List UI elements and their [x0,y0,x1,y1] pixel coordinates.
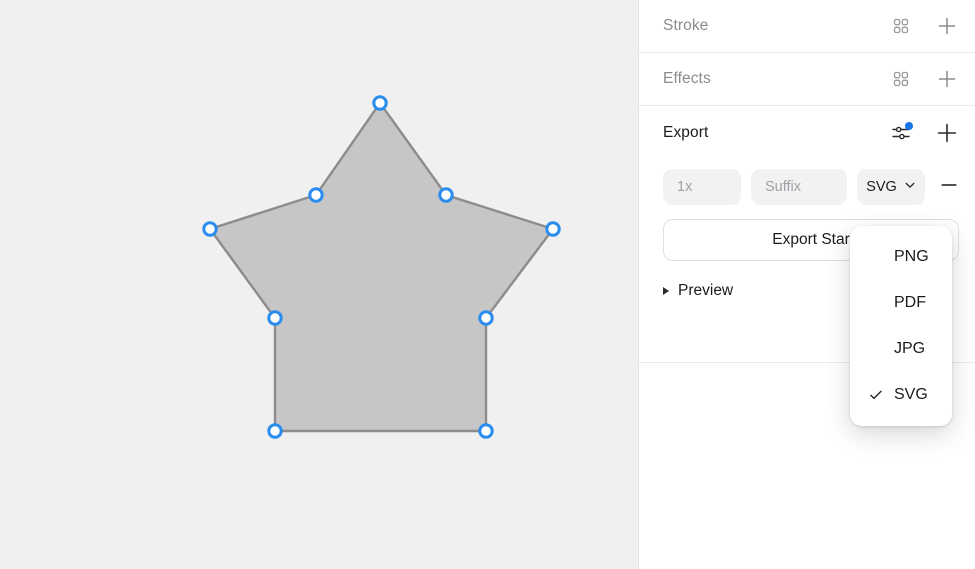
row-actions-stroke [889,14,959,38]
design-canvas[interactable] [0,0,639,569]
format-option-jpg[interactable]: JPG [850,326,952,372]
check-icon [869,388,883,402]
export-format-select[interactable]: SVG [857,169,925,205]
vertex-handle-vertex-top[interactable] [372,95,388,111]
format-option-png[interactable]: PNG [850,234,952,280]
section-row-stroke[interactable]: Stroke [639,0,975,53]
export-scale-input[interactable] [663,169,741,205]
vertex-handle-vertex-right[interactable] [545,221,561,237]
export-suffix-input[interactable] [751,169,847,205]
vertex-handle-vertex-mid-right[interactable] [478,310,494,326]
vertex-handle-vertex-bottom-right[interactable] [478,423,494,439]
properties-panel: Stroke Effects Export 1x Suffix SVG Expo… [639,0,975,569]
section-title-stroke: Stroke [663,17,709,34]
vertex-handle-vertex-mid-left[interactable] [267,310,283,326]
export-star-button-label: Export Star [772,231,850,248]
remove-export-setting-button[interactable] [939,175,959,199]
sliders-icon[interactable] [889,121,913,145]
preview-label: Preview [678,282,734,299]
vertex-handle-vertex-bottom-left[interactable] [267,423,283,439]
vertex-handle-vertex-inner-left[interactable] [308,187,324,203]
section-title-export: Export [663,123,709,141]
export-controls-row: SVG [663,159,959,205]
format-option-label: SVG [894,386,928,403]
row-actions-effects [889,67,959,91]
grid-icon[interactable] [889,14,913,38]
settings-badge-dot [905,121,913,130]
minus-icon [939,175,959,200]
chevron-down-icon [904,179,916,195]
format-option-label: PDF [894,294,926,311]
export-format-value: SVG [866,179,897,195]
app-window: Stroke Effects Export 1x Suffix SVG Expo… [0,0,975,569]
row-actions-export [889,121,959,145]
grid-icon[interactable] [889,67,913,91]
section-title-effects: Effects [663,70,711,87]
star-shape[interactable] [208,100,555,433]
plus-icon[interactable] [935,14,959,38]
vertex-handle-vertex-inner-right[interactable] [438,187,454,203]
plus-icon[interactable] [935,121,959,145]
format-option-label: JPG [894,340,926,357]
format-option-svg[interactable]: SVG [850,372,952,418]
section-row-export[interactable]: Export [639,106,975,159]
vertex-handle-vertex-left[interactable] [202,221,218,237]
star-shape-svg [202,95,561,439]
format-option-label: PNG [894,248,929,265]
triangle-right-icon [663,287,669,295]
plus-icon[interactable] [935,67,959,91]
format-option-pdf[interactable]: PDF [850,280,952,326]
format-dropdown-menu[interactable]: PNG PDF JPG SVG [850,226,952,426]
section-row-effects[interactable]: Effects [639,53,975,106]
